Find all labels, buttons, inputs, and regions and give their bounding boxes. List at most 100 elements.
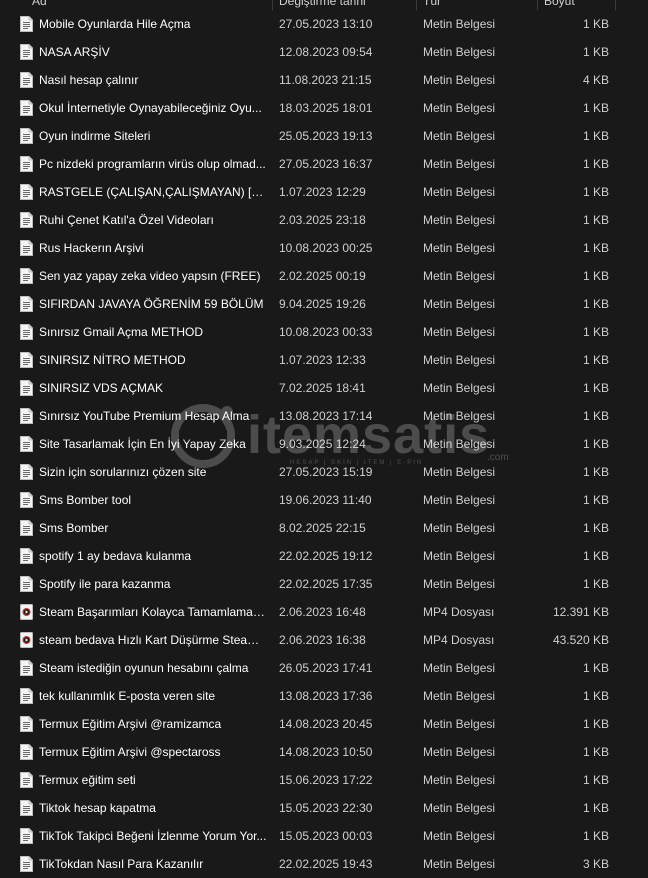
column-header-name[interactable]: Ad xyxy=(32,0,47,10)
file-row[interactable]: Termux Eğitim Arşivi @spectaross 14.08.20… xyxy=(0,738,648,766)
file-date: 13.08.2023 17:14 xyxy=(279,409,373,423)
column-header-size[interactable]: Boyut xyxy=(544,0,575,10)
file-name: Sms Bomber tool xyxy=(39,493,132,507)
file-type: MP4 Dosyası xyxy=(423,633,495,647)
file-date: 15.05.2023 22:30 xyxy=(279,801,373,815)
file-size: 1 KB xyxy=(582,269,609,283)
file-date: 13.08.2023 17:36 xyxy=(279,689,373,703)
file-type: Metin Belgesi xyxy=(423,213,496,227)
file-row[interactable]: SINIRSIZ VDS AÇMAK 7.02.2025 18:41 Metin B… xyxy=(0,374,648,402)
text-file-icon xyxy=(20,660,33,676)
file-row[interactable]: Site Tasarlamak İçin En İyi Yapay Zeka 9.… xyxy=(0,430,648,458)
column-divider[interactable] xyxy=(272,0,273,10)
file-row[interactable]: spotify 1 ay bedava kulanma 22.02.2025 19… xyxy=(0,542,648,570)
file-size: 1 KB xyxy=(582,717,609,731)
file-type: Metin Belgesi xyxy=(423,185,496,199)
file-size: 4 KB xyxy=(582,73,609,87)
file-date: 22.02.2025 19:12 xyxy=(279,549,373,563)
column-divider[interactable] xyxy=(615,0,616,10)
file-row[interactable]: steam bedava Hızlı Kart Düşürme Steam ..… xyxy=(0,626,648,654)
file-row[interactable]: Pc nizdeki programların virüs olup olmad… xyxy=(0,150,648,178)
file-row[interactable]: Sınırsız YouTube Premium Hesap Alma 13.08… xyxy=(0,402,648,430)
file-row[interactable]: TikTokdan Nasıl Para Kazanılır 22.02.2025… xyxy=(0,850,648,878)
text-file-icon xyxy=(20,716,33,732)
file-name: TikTokdan Nasıl Para Kazanılır xyxy=(39,857,204,871)
text-file-icon xyxy=(20,72,33,88)
text-file-icon xyxy=(20,408,33,424)
file-size: 1 KB xyxy=(582,521,609,535)
file-row[interactable]: Termux eğitim seti 15.06.2023 17:22 Metin … xyxy=(0,766,648,794)
video-file-icon xyxy=(20,604,33,620)
file-date: 27.05.2023 13:10 xyxy=(279,17,373,31)
file-date: 10.08.2023 00:33 xyxy=(279,325,373,339)
text-file-icon xyxy=(20,184,33,200)
file-name: Okul İnternetiyle Oynayabileceğiniz Oyu.… xyxy=(39,101,262,115)
file-row[interactable]: Ruhi Çenet Katıl'a Özel Videoları 2.03.20… xyxy=(0,206,648,234)
text-file-icon xyxy=(20,520,33,536)
file-size: 1 KB xyxy=(582,409,609,423)
file-size: 1 KB xyxy=(582,661,609,675)
video-file-icon xyxy=(20,632,33,648)
file-type: Metin Belgesi xyxy=(423,829,496,843)
file-type: Metin Belgesi xyxy=(423,73,496,87)
file-size: 1 KB xyxy=(582,353,609,367)
file-date: 8.02.2025 22:15 xyxy=(279,521,366,535)
file-row[interactable]: SIFIRDAN JAVAYA ÖĞRENİM 59 BÖLÜM 9.04.202… xyxy=(0,290,648,318)
file-row[interactable]: Sms Bomber tool 19.06.2023 11:40 Metin Bel… xyxy=(0,486,648,514)
file-row[interactable]: Mobile Oyunlarda Hile Açma 27.05.2023 13:… xyxy=(0,10,648,38)
file-row[interactable]: Sizin için sorularınızı çözen site 27.05.… xyxy=(0,458,648,486)
file-row[interactable]: SINIRSIZ NİTRO METHOD 1.07.2023 12:33 Meti… xyxy=(0,346,648,374)
file-name: Spotify ile para kazanma xyxy=(39,577,171,591)
file-size: 1 KB xyxy=(582,689,609,703)
column-divider[interactable] xyxy=(416,0,417,10)
file-size: 1 KB xyxy=(582,129,609,143)
file-row[interactable]: Oyun indirme Siteleri 25.05.2023 19:13 Met… xyxy=(0,122,648,150)
file-row[interactable]: Spotify ile para kazanma 22.02.2025 17:35… xyxy=(0,570,648,598)
file-type: Metin Belgesi xyxy=(423,661,496,675)
text-file-icon xyxy=(20,324,33,340)
file-row[interactable]: Termux Eğitim Arşivi @ramizamca 14.08.202… xyxy=(0,710,648,738)
file-date: 15.06.2023 17:22 xyxy=(279,773,373,787)
file-row[interactable]: NASA ARŞİV 12.08.2023 09:54 Metin Belgesi 1… xyxy=(0,38,648,66)
file-size: 1 KB xyxy=(582,157,609,171)
file-row[interactable]: Steam Başarımları Kolayca Tamamlama v...… xyxy=(0,598,648,626)
file-name: SINIRSIZ VDS AÇMAK xyxy=(39,381,164,395)
file-row[interactable]: Rus Hackerın Arşivi 10.08.2023 00:25 Metin… xyxy=(0,234,648,262)
text-file-icon xyxy=(20,380,33,396)
file-type: Metin Belgesi xyxy=(423,577,496,591)
file-row[interactable]: RASTGELE (ÇALIŞAN,ÇALIŞMAYAN) [MİN... 1.0… xyxy=(0,178,648,206)
file-row[interactable]: Sen yaz yapay zeka video yapsın (FREE) 2.… xyxy=(0,262,648,290)
file-row[interactable]: Nasıl hesap çalınır 11.08.2023 21:15 Metin… xyxy=(0,66,648,94)
file-date: 22.02.2025 19:43 xyxy=(279,857,373,871)
file-type: Metin Belgesi xyxy=(423,521,496,535)
text-file-icon xyxy=(20,100,33,116)
file-type: Metin Belgesi xyxy=(423,689,496,703)
column-header-date[interactable]: Değiştirme tarihi xyxy=(279,0,366,10)
file-row[interactable]: Okul İnternetiyle Oynayabileceğiniz Oyu.… xyxy=(0,94,648,122)
file-row[interactable]: TikTok Takipci Beğeni İzlenme Yorum Yor.… xyxy=(0,822,648,850)
file-row[interactable]: tek kullanımlık E-posta veren site 13.08.… xyxy=(0,682,648,710)
file-date: 26.05.2023 17:41 xyxy=(279,661,373,675)
column-header-type[interactable]: Tür xyxy=(423,0,441,10)
file-name: tek kullanımlık E-posta veren site xyxy=(39,689,216,703)
file-size: 1 KB xyxy=(582,101,609,115)
column-divider[interactable] xyxy=(537,0,538,10)
text-file-icon xyxy=(20,464,33,480)
file-row[interactable]: Steam istediğin oyunun hesabını çalma 26.… xyxy=(0,654,648,682)
file-date: 11.08.2023 21:15 xyxy=(279,73,372,87)
file-date: 22.02.2025 17:35 xyxy=(279,577,373,591)
file-row[interactable]: Sınırsız Gmail Açma METHOD 10.08.2023 00:… xyxy=(0,318,648,346)
file-row[interactable]: Sms Bomber 8.02.2025 22:15 Metin Belgesi 1 … xyxy=(0,514,648,542)
file-type: Metin Belgesi xyxy=(423,157,496,171)
file-size: 1 KB xyxy=(582,325,609,339)
file-name: Pc nizdeki programların virüs olup olmad… xyxy=(39,157,266,171)
file-row[interactable]: Tiktok hesap kapatma 15.05.2023 22:30 Meti… xyxy=(0,794,648,822)
file-size: 1 KB xyxy=(582,465,609,479)
file-type: Metin Belgesi xyxy=(423,801,496,815)
file-date: 12.08.2023 09:54 xyxy=(279,45,373,59)
file-type: Metin Belgesi xyxy=(423,45,496,59)
file-type: Metin Belgesi xyxy=(423,241,496,255)
file-size: 1 KB xyxy=(582,493,609,507)
text-file-icon xyxy=(20,128,33,144)
file-type: Metin Belgesi xyxy=(423,465,496,479)
